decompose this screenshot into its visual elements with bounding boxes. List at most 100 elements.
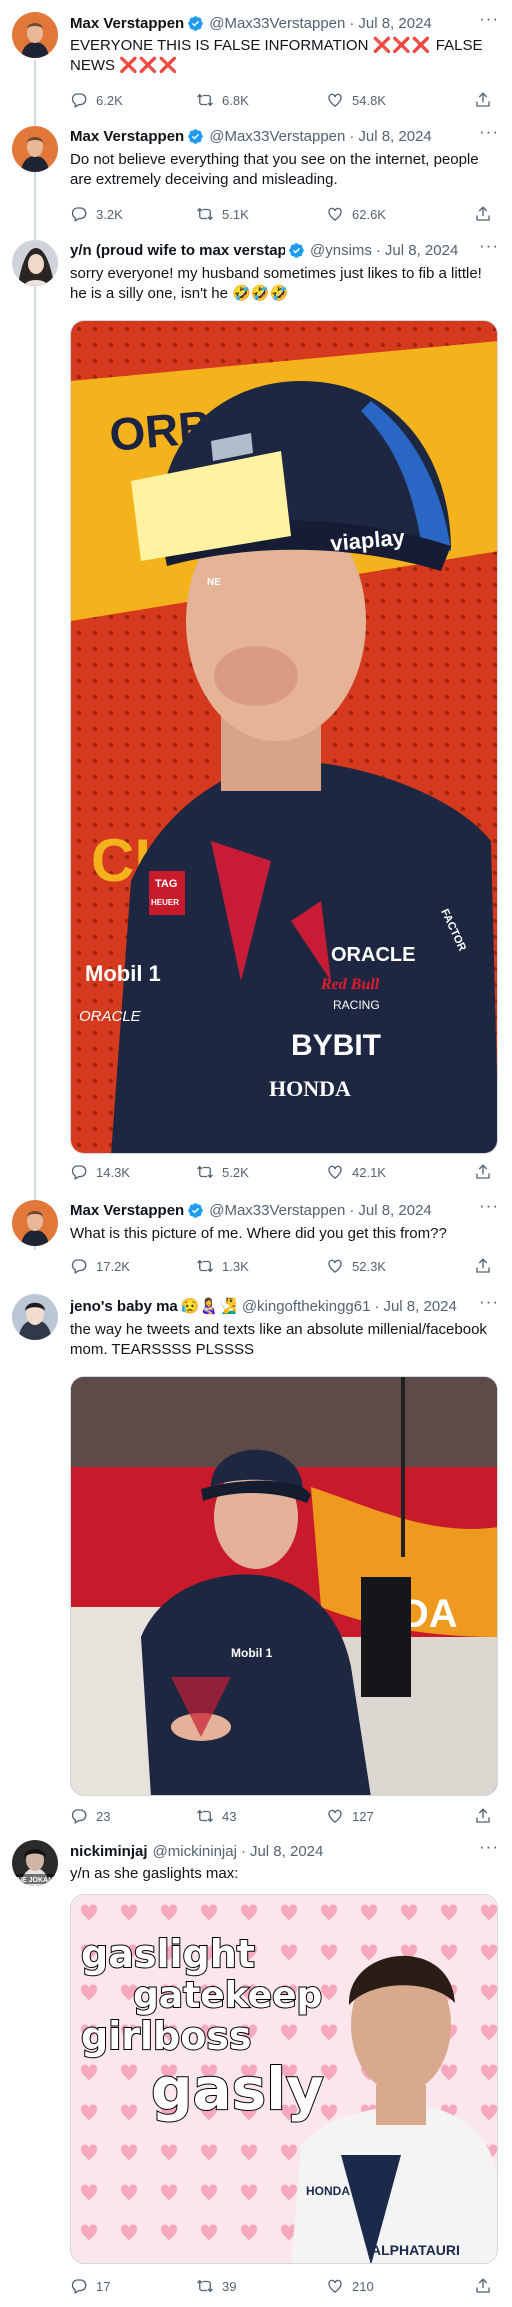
display-name[interactable]: Max Verstappen	[70, 1202, 184, 1219]
heart-icon	[328, 1259, 342, 1273]
redbull-logo-text: Red Bull	[320, 976, 380, 993]
tweet-text: y/n as she gaslights max:	[70, 1865, 239, 1882]
share-button[interactable]	[474, 202, 500, 226]
oracle-logo-text: ORACLE	[331, 944, 415, 966]
verified-badge-icon	[187, 15, 204, 32]
share-button[interactable]	[474, 88, 500, 112]
name-emojis: 😥👩‍🍼🧏‍♂️	[180, 1298, 237, 1315]
tweet-actions: 14.3K 5.2K 42.1K	[64, 1160, 500, 1184]
share-button[interactable]	[474, 1160, 500, 1184]
handle[interactable]: @Max33Verstappen	[209, 15, 345, 32]
avatar[interactable]	[12, 12, 58, 58]
reply-icon	[71, 1259, 87, 1274]
like-button[interactable]: 62.6K	[326, 202, 386, 226]
racing-logo-text: RACING	[333, 998, 380, 1012]
share-icon	[476, 1258, 490, 1273]
more-options-icon[interactable]: ···	[478, 1293, 500, 1317]
display-name[interactable]: Max Verstappen	[70, 128, 184, 145]
handle[interactable]: @mickininjaj	[153, 1843, 237, 1860]
oracle-sleeve-text: ORACLE	[79, 1008, 142, 1025]
tweet-photo[interactable]: ORBB CL viaplay NE TAG HEUER ORACLE Red	[70, 320, 498, 1154]
mobil1-logo-text: Mobil 1	[85, 961, 161, 986]
display-name[interactable]: Max Verstappen	[70, 15, 184, 32]
retweet-button[interactable]: 6.8K	[196, 88, 249, 112]
like-button[interactable]: 210	[326, 2274, 374, 2298]
tweet[interactable]: Max Verstappen @Max33Verstappen · Jul 8,…	[0, 1186, 512, 1282]
more-options-icon[interactable]: ···	[478, 1838, 500, 1862]
timestamp[interactable]: Jul 8, 2024	[383, 1298, 456, 1315]
more-options-icon[interactable]: ···	[478, 123, 500, 147]
display-name[interactable]: nickiminjaj	[70, 1843, 148, 1860]
share-icon	[476, 1808, 490, 1823]
timestamp[interactable]: Jul 8, 2024	[358, 128, 431, 145]
tweet[interactable]: NE JOKAN nickiminjaj @mickininjaj · Jul …	[0, 1830, 512, 2307]
tweet-text: sorry everyone! my husband sometimes jus…	[70, 265, 487, 302]
reply-button[interactable]: 14.3K	[70, 1160, 130, 1184]
tweet[interactable]: Max Verstappen @Max33Verstappen · Jul 8,…	[0, 0, 512, 120]
tweet-photo[interactable]: HONDA ALPHATAURI gaslight gatekeep girlb…	[70, 1894, 498, 2264]
avatar[interactable]	[12, 1200, 58, 1246]
retweet-icon	[197, 93, 213, 107]
handle[interactable]: @Max33Verstappen	[209, 128, 345, 145]
bybit-logo-text: BYBIT	[291, 1029, 381, 1062]
honda-logo-text: HONDA	[269, 1076, 351, 1101]
more-options-icon[interactable]: ···	[478, 237, 500, 261]
like-button[interactable]: 42.1K	[326, 1160, 386, 1184]
more-options-icon[interactable]: ···	[478, 1197, 500, 1221]
max-interview-photo-image: NDA Re Mobil 1	[71, 1377, 497, 1795]
reply-button[interactable]: 3.2K	[70, 202, 123, 226]
timestamp[interactable]: Jul 8, 2024	[385, 242, 458, 259]
like-button[interactable]: 54.8K	[326, 88, 386, 112]
verified-badge-icon	[187, 1202, 204, 1219]
timestamp[interactable]: Jul 8, 2024	[250, 1843, 323, 1860]
retweet-button[interactable]: 1.3K	[196, 1254, 249, 1278]
max-press-photo-image: ORBB CL viaplay NE TAG HEUER ORACLE Red	[71, 321, 497, 1153]
avatar[interactable]	[12, 1294, 58, 1340]
share-button[interactable]	[474, 1254, 500, 1278]
tag-logo-text: TAG	[155, 878, 177, 890]
like-button[interactable]: 127	[326, 1804, 374, 1828]
reply-icon	[71, 2279, 87, 2294]
reply-button[interactable]: 17	[70, 2274, 110, 2298]
retweet-icon	[197, 1259, 213, 1273]
retweet-button[interactable]: 43	[196, 1804, 236, 1828]
avatar[interactable]: NE JOKAN	[12, 1840, 58, 1886]
timestamp[interactable]: Jul 8, 2024	[358, 1202, 431, 1219]
reply-icon	[71, 1809, 87, 1824]
avatar[interactable]	[12, 126, 58, 172]
meme-line-gatekeep: gatekeep	[133, 1975, 322, 2016]
verified-badge-icon	[288, 242, 305, 259]
reply-button[interactable]: 17.2K	[70, 1254, 130, 1278]
tweet-actions: 17 39 210	[64, 2274, 500, 2298]
more-options-icon[interactable]: ···	[478, 10, 500, 34]
tweet-text: Do not believe everything that you see o…	[70, 151, 483, 188]
handle[interactable]: @ynsims	[310, 242, 372, 259]
handle[interactable]: @Max33Verstappen	[209, 1202, 345, 1219]
like-button[interactable]: 52.3K	[326, 1254, 386, 1278]
reply-icon	[71, 93, 87, 108]
max-avatar-icon	[12, 126, 58, 172]
tweet[interactable]: jeno's baby ma 😥👩‍🍼🧏‍♂️ @kingofthekingg6…	[0, 1282, 512, 1824]
reply-button[interactable]: 23	[70, 1804, 110, 1828]
timestamp[interactable]: Jul 8, 2024	[358, 15, 431, 32]
new-era-logo-text: NE	[207, 577, 221, 588]
retweet-button[interactable]: 5.2K	[196, 1160, 249, 1184]
tweet[interactable]: Max Verstappen @Max33Verstappen · Jul 8,…	[0, 120, 512, 228]
reply-icon	[71, 207, 87, 222]
retweet-button[interactable]: 5.1K	[196, 202, 249, 226]
heart-icon	[328, 207, 342, 221]
meme-line-gaslight: gaslight	[81, 1932, 255, 1976]
tweet[interactable]: y/n (proud wife to max verstapp @ynsims …	[0, 228, 512, 1186]
tweet-actions: 3.2K 5.1K 62.6K	[64, 202, 500, 226]
display-name[interactable]: y/n (proud wife to max verstapp	[70, 242, 285, 259]
share-button[interactable]	[474, 1804, 500, 1828]
tweet-photo[interactable]: NDA Re Mobil 1	[70, 1376, 498, 1796]
display-name[interactable]: jeno's baby ma	[70, 1298, 178, 1315]
retweet-icon	[197, 207, 213, 221]
handle[interactable]: @kingofthekingg61	[242, 1298, 371, 1315]
tweet-text: the way he tweets and texts like an abso…	[70, 1321, 492, 1358]
retweet-button[interactable]: 39	[196, 2274, 236, 2298]
avatar[interactable]	[12, 240, 58, 286]
reply-button[interactable]: 6.2K	[70, 88, 123, 112]
share-button[interactable]	[474, 2274, 500, 2298]
